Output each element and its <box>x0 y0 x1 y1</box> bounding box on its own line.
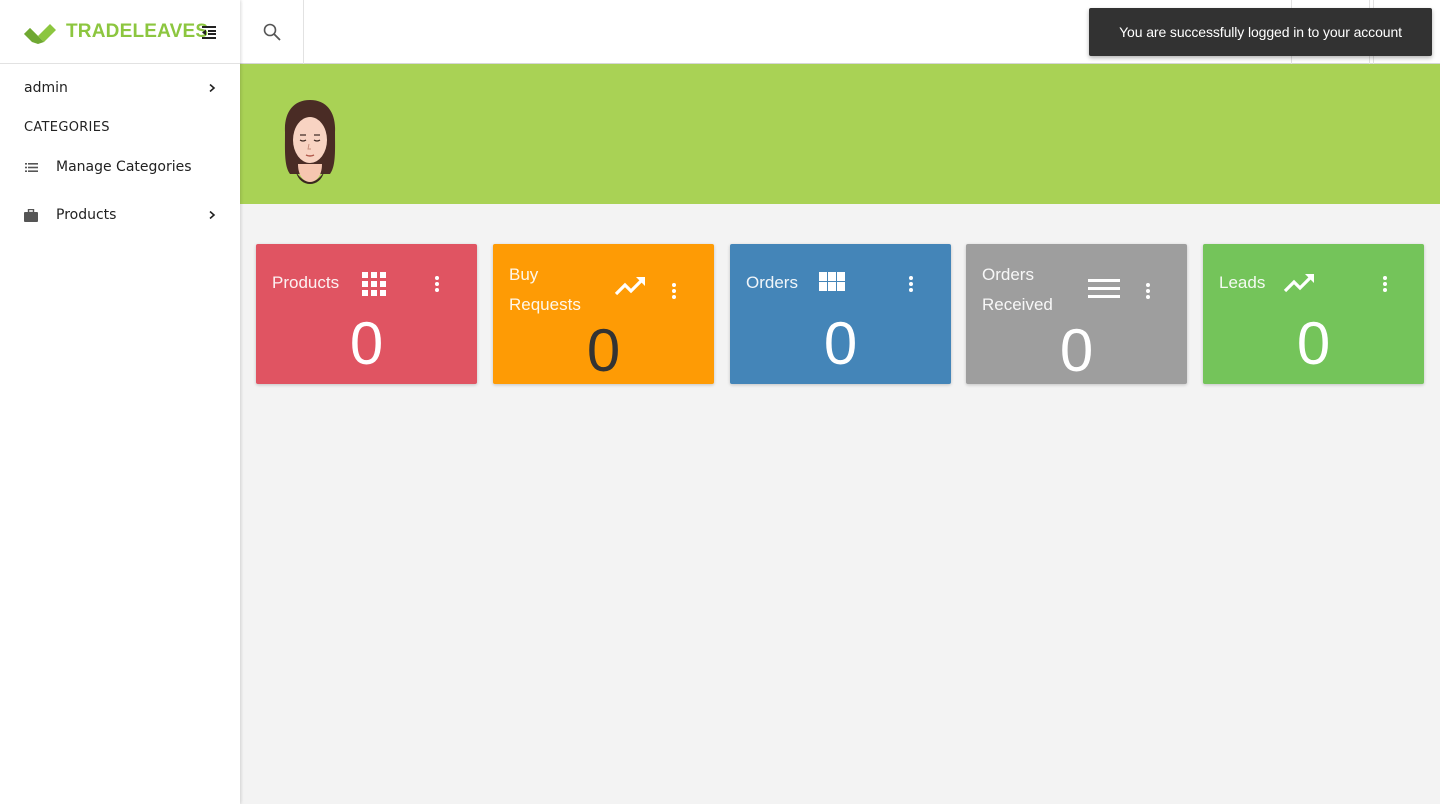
card-count: 0 <box>1296 310 1331 377</box>
stat-card-orders[interactable]: Orders 0 <box>730 244 951 384</box>
chevron-right-icon <box>209 84 216 92</box>
leaf-chevron-logo-icon <box>24 23 56 44</box>
chevron-right-icon <box>209 211 216 219</box>
card-title-line2: Requests <box>509 295 581 314</box>
sidebar-item-label: Products <box>56 207 117 223</box>
user-avatar[interactable] <box>280 98 340 184</box>
sidebar-section-heading: CATEGORIES <box>24 120 110 135</box>
sidebar-item-products[interactable]: Products <box>0 191 240 239</box>
menu-collapse-icon[interactable] <box>201 24 217 40</box>
sidebar: TRADELEAVES admin CATEGORIES Manage Cate… <box>0 0 240 804</box>
search-icon <box>263 23 281 41</box>
card-title-line1: Orders <box>982 265 1034 284</box>
card-menu-button[interactable] <box>1142 281 1154 301</box>
card-count: 0 <box>823 310 858 377</box>
card-count: 0 <box>586 317 621 384</box>
stat-card-leads[interactable]: Leads 0 <box>1203 244 1424 384</box>
trending-up-icon <box>614 277 645 296</box>
card-title-line1: Buy <box>509 265 539 284</box>
sidebar-item-manage-categories[interactable]: Manage Categories <box>0 143 240 191</box>
card-title: Buy Requests <box>509 260 581 320</box>
card-title-line2: Received <box>982 295 1053 314</box>
card-menu-button[interactable] <box>905 274 917 294</box>
card-title: Orders Received <box>982 260 1053 320</box>
sidebar-item-label: Manage Categories <box>56 159 192 175</box>
profile-banner <box>240 64 1440 204</box>
brand-header: TRADELEAVES <box>0 0 240 64</box>
grid-icon <box>362 272 386 296</box>
login-success-toast: You are successfully logged in to your a… <box>1089 8 1432 56</box>
brand-name-part1: TRADE <box>66 20 133 42</box>
card-title: Orders <box>746 273 798 292</box>
card-menu-button[interactable] <box>1379 274 1391 294</box>
card-title: Leads <box>1219 273 1266 292</box>
toast-message: You are successfully logged in to your a… <box>1119 24 1402 40</box>
brand-name-part2: LEAVES <box>132 20 209 42</box>
stat-card-orders-received[interactable]: Orders Received 0 <box>966 244 1187 384</box>
briefcase-icon <box>24 208 38 222</box>
sidebar-user-label: admin <box>24 80 68 96</box>
trending-up-icon <box>1283 274 1314 293</box>
card-count: 0 <box>349 310 384 377</box>
view-module-icon <box>819 272 845 291</box>
stat-card-products[interactable]: Products 0 <box>256 244 477 384</box>
search-button[interactable] <box>240 0 304 64</box>
card-menu-button[interactable] <box>668 281 680 301</box>
list-lines-icon <box>1088 279 1120 298</box>
stat-card-buy-requests[interactable]: Buy Requests 0 <box>493 244 714 384</box>
list-icon <box>24 160 38 174</box>
card-menu-button[interactable] <box>431 274 443 294</box>
card-count: 0 <box>1059 317 1094 384</box>
card-title: Products <box>272 273 340 292</box>
sidebar-user-menu[interactable]: admin <box>0 64 240 112</box>
brand-name: TRADELEAVES <box>66 21 208 43</box>
brand-logo[interactable]: TRADELEAVES <box>24 20 208 44</box>
